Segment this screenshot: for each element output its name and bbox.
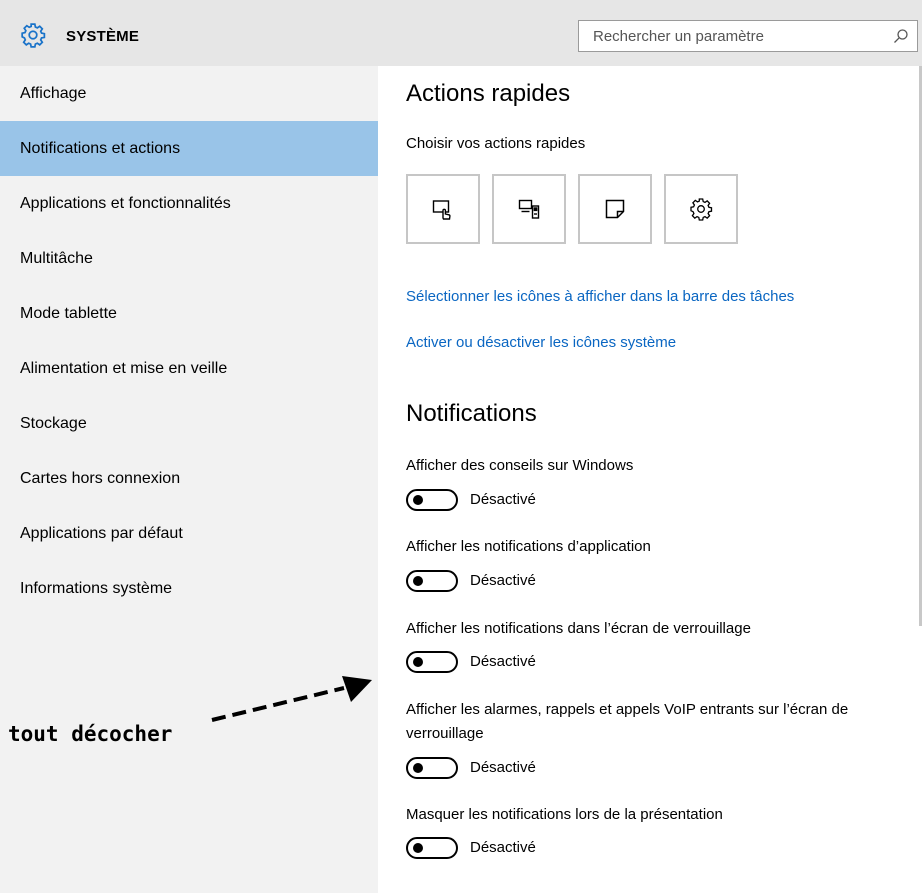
quick-action-tile-settings[interactable] (664, 174, 738, 244)
toggle-alarms-voip[interactable] (406, 757, 458, 779)
title-bar: SYSTÈME (0, 0, 922, 66)
app-title: SYSTÈME (66, 28, 140, 45)
toggle-state-label: Désactivé (470, 491, 536, 508)
sidebar-item-stockage[interactable]: Stockage (0, 396, 378, 451)
tablet-mode-icon (432, 200, 451, 220)
quick-actions-heading: Actions rapides (406, 80, 571, 107)
search-icon[interactable] (893, 28, 909, 44)
sidebar-item-label: Affichage (20, 84, 87, 102)
sidebar-item-label: Alimentation et mise en veille (20, 359, 228, 377)
toggle-knob (413, 576, 423, 586)
sidebar-item-label: Applications et fonctionnalités (20, 194, 231, 212)
settings-gear-icon (690, 198, 713, 221)
annotation-text: tout décocher (8, 722, 173, 746)
toggle-knob (413, 495, 423, 505)
search-input[interactable] (579, 21, 879, 51)
quick-actions-subtitle: Choisir vos actions rapides (406, 135, 586, 152)
gear-icon (21, 23, 46, 48)
setting-label-hide-presentation: Masquer les notifications lors de la pré… (406, 806, 723, 823)
sidebar-item-label: Cartes hors connexion (20, 469, 181, 487)
sidebar-item-notifications[interactable]: Notifications et actions (0, 121, 378, 176)
sidebar-item-multitache[interactable]: Multitâche (0, 231, 378, 286)
toggle-knob (413, 657, 423, 667)
sidebar-item-label: Multitâche (20, 249, 93, 267)
sidebar-item-mode-tablette[interactable]: Mode tablette (0, 286, 378, 341)
toggle-knob (413, 763, 423, 773)
toggle-state-label: Désactivé (470, 572, 536, 589)
note-icon (605, 199, 625, 219)
quick-action-tile-connect[interactable] (492, 174, 566, 244)
sidebar-item-applications[interactable]: Applications et fonctionnalités (0, 176, 378, 231)
sidebar-item-informations[interactable]: Informations système (0, 561, 378, 616)
setting-label-windows-tips: Afficher des conseils sur Windows (406, 457, 634, 474)
sidebar-item-alimentation[interactable]: Alimentation et mise en veille (0, 341, 378, 396)
quick-action-tile-note[interactable] (578, 174, 652, 244)
toggle-hide-presentation[interactable] (406, 837, 458, 859)
toggle-state-label: Désactivé (470, 839, 536, 856)
sidebar-item-applications-defaut[interactable]: Applications par défaut (0, 506, 378, 561)
sidebar-item-label: Notifications et actions (20, 139, 181, 157)
notifications-heading: Notifications (406, 400, 537, 427)
sidebar-item-label: Stockage (20, 414, 87, 432)
sidebar-item-affichage[interactable]: Affichage (0, 66, 378, 121)
system-icons-link[interactable]: Activer ou désactiver les icônes système (406, 334, 676, 351)
toggle-windows-tips[interactable] (406, 489, 458, 511)
toggle-app-notifications[interactable] (406, 570, 458, 592)
setting-label-lockscreen-notifications: Afficher les notifications dans l’écran … (406, 620, 751, 637)
search-box[interactable] (578, 20, 918, 52)
sidebar-item-label: Mode tablette (20, 304, 117, 322)
setting-label-app-notifications: Afficher les notifications d’application (406, 538, 651, 555)
toggle-lockscreen-notifications[interactable] (406, 651, 458, 673)
toggle-knob (413, 843, 423, 853)
quick-action-tile-tablet[interactable] (406, 174, 480, 244)
sidebar: Affichage Notifications et actions Appli… (0, 66, 378, 893)
taskbar-icons-link[interactable]: Sélectionner les icônes à afficher dans … (406, 288, 794, 305)
connect-icon (518, 199, 540, 219)
sidebar-item-cartes[interactable]: Cartes hors connexion (0, 451, 378, 506)
main-content: Actions rapides Choisir vos actions rapi… (378, 66, 922, 893)
sidebar-item-label: Informations système (20, 579, 173, 597)
toggle-state-label: Désactivé (470, 759, 536, 776)
sidebar-item-label: Applications par défaut (20, 524, 183, 542)
setting-label-alarms-voip: Afficher les alarmes, rappels et appels … (406, 701, 849, 742)
toggle-state-label: Désactivé (470, 653, 536, 670)
dashed-arrow-icon (211, 676, 372, 722)
